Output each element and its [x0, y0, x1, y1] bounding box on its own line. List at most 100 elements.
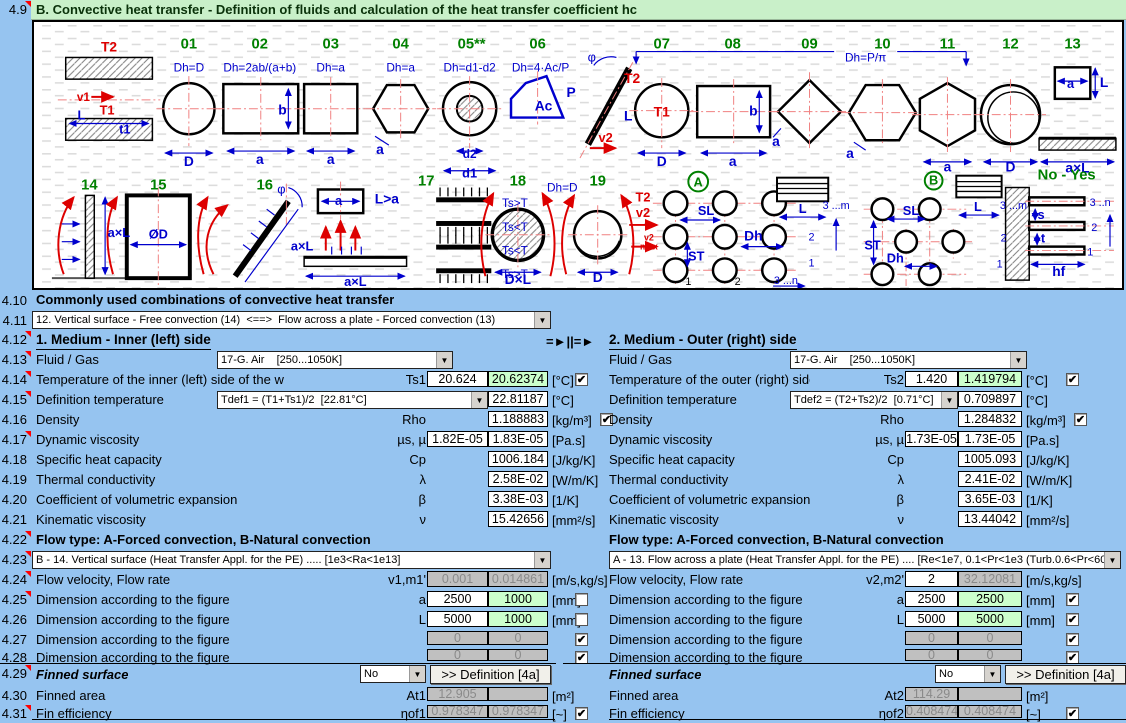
diagram-label: d1 — [462, 166, 477, 181]
chevron-down-icon[interactable]: ▼ — [1104, 552, 1120, 568]
value-cell-left-4-17[interactable]: 1.83E-05 — [488, 431, 548, 447]
value-cell-right-4-15[interactable]: 0.709897 — [958, 391, 1022, 407]
tdef-select-right[interactable]: Tdef2 = (T2+Ts2)/2 [0.71°C]▼ — [790, 391, 958, 409]
fluid-select-left-value: 17-G. Air [250...1050K] — [218, 352, 436, 368]
diagram-label: 1 — [1087, 246, 1093, 258]
input-cell-left-4-25[interactable]: 2500 — [427, 591, 488, 607]
chevron-down-icon[interactable]: ▼ — [984, 666, 1000, 682]
value-cell-left-4-21[interactable]: 15.42656 — [488, 511, 548, 527]
comment-flag — [25, 665, 31, 671]
checkbox-left-4-25[interactable] — [575, 593, 588, 606]
value-cell-right-4-20[interactable]: 3.65E-03 — [958, 491, 1022, 507]
chevron-down-icon[interactable]: ▼ — [436, 352, 452, 368]
field-label-right-4-25: Dimension according to the figure — [609, 592, 810, 608]
chevron-down-icon[interactable]: ▼ — [941, 392, 957, 408]
diagram-label: 3 ...n — [774, 275, 798, 287]
diagram-label: L — [624, 109, 632, 124]
value-cell-left-4-15[interactable]: 22.81187 — [488, 391, 548, 407]
checkbox-left-4-26[interactable] — [575, 613, 588, 626]
input-cell-right-4-17[interactable]: 1.73E-05 — [905, 431, 958, 447]
flow-type-select-left[interactable]: B - 14. Vertical surface (Heat Transfer … — [32, 551, 551, 569]
combination-select[interactable]: 12. Vertical surface - Free convection (… — [32, 311, 551, 329]
symbol-right-4-24: v2,m2' — [812, 572, 904, 587]
symbol-right-4-20: β — [812, 492, 904, 507]
input-cell-right-4-26[interactable]: 5000 — [905, 611, 958, 627]
field-label-left-4-18: Specific heat capacity — [36, 452, 332, 468]
checkbox-right-4-26[interactable]: ✔ — [1066, 613, 1079, 626]
input-cell-left-4-14[interactable]: 20.624 — [427, 371, 488, 387]
value-cell-left-4-19[interactable]: 2.58E-02 — [488, 471, 548, 487]
diagram-label: L — [974, 199, 982, 214]
field-label-left-4-17: Dynamic viscosity — [36, 432, 332, 448]
unit-label: [°C] — [1026, 393, 1048, 409]
diagram-label: b — [749, 104, 757, 119]
field-label-right-4-20: Coefficient of volumetric expansion — [609, 492, 810, 508]
unit-label: [Pa.s] — [552, 433, 585, 449]
chevron-down-icon[interactable]: ▼ — [409, 666, 425, 682]
checkbox-left-4-31[interactable]: ✔ — [575, 707, 588, 720]
definition-button-right[interactable]: >> Definition [4a] — [1005, 665, 1126, 684]
input-cell-left-4-17[interactable]: 1.82E-05 — [427, 431, 488, 447]
chevron-down-icon[interactable]: ▼ — [534, 312, 550, 328]
diagram-label: T2 — [636, 189, 651, 204]
value-cell-right-4-24: 32.12081 — [958, 571, 1022, 587]
row-number-4-25: 4.25 — [1, 592, 27, 607]
diagram-label: 09 — [801, 37, 817, 53]
bottom-line-right — [609, 719, 1126, 720]
value-cell-right-4-19[interactable]: 2.41E-02 — [958, 471, 1022, 487]
input-cell-right-4-14[interactable]: 1.420 — [905, 371, 958, 387]
fluid-select-left[interactable]: 17-G. Air [250...1050K]▼ — [217, 351, 453, 369]
unit-label: [J/kg/K] — [552, 453, 595, 469]
diagram-label: No - Yes — [1038, 168, 1096, 184]
diagram-label: 1 — [808, 257, 814, 269]
value-cell-left-4-28: 0 — [488, 649, 548, 661]
symbol-right-4-21: ν — [812, 512, 904, 527]
diagram-label: 3 ..n — [1090, 197, 1111, 209]
value-cell-right-4-18[interactable]: 1005.093 — [958, 451, 1022, 467]
diagram-label: L — [1100, 75, 1108, 90]
unit-label: [kg/m³] — [1026, 413, 1066, 429]
input-cell-right-4-31: 0.408474 — [905, 705, 958, 718]
flow-type-select-right[interactable]: A - 13. Flow across a plate (Heat Transf… — [609, 551, 1121, 569]
row-number-4-26: 4.26 — [1, 612, 27, 627]
chevron-down-icon[interactable]: ▼ — [1010, 352, 1026, 368]
diagram-label: a — [944, 160, 952, 175]
input-cell-right-4-30: 114.29 — [905, 687, 958, 701]
checkbox-right-4-25[interactable]: ✔ — [1066, 593, 1079, 606]
checkbox-left-4-27[interactable]: ✔ — [575, 633, 588, 646]
field-label-left-4-20: Coefficient of volumetric expansion — [36, 492, 332, 508]
fluid-select-right[interactable]: 17-G. Air [250...1050K]▼ — [790, 351, 1027, 369]
chevron-down-icon[interactable]: ▼ — [471, 392, 487, 408]
diagram-label: Dh=D — [547, 180, 578, 194]
value-cell-left-4-25: 1000 — [488, 591, 548, 607]
finned-select-left[interactable]: No▼ — [360, 665, 426, 683]
value-cell-left-4-20[interactable]: 3.38E-03 — [488, 491, 548, 507]
field-label-right-4-21: Kinematic viscosity — [609, 512, 810, 528]
value-cell-left-4-16[interactable]: 1.188883 — [488, 411, 548, 427]
chevron-down-icon[interactable]: ▼ — [534, 552, 550, 568]
row-number-4-30: 4.30 — [1, 688, 27, 703]
diagram-label: 07 — [654, 37, 670, 53]
row-number-4-16: 4.16 — [1, 412, 27, 427]
input-cell-right-4-24[interactable]: 2 — [905, 571, 958, 587]
input-cell-right-4-27: 0 — [905, 631, 958, 645]
value-cell-right-4-17[interactable]: 1.73E-05 — [958, 431, 1022, 447]
finned-section-line-right — [563, 663, 1126, 664]
checkbox-left-4-14[interactable]: ✔ — [575, 373, 588, 386]
input-cell-left-4-26[interactable]: 5000 — [427, 611, 488, 627]
tdef-select-left[interactable]: Tdef1 = (T1+Ts1)/2 [22.81°C]▼ — [217, 391, 488, 409]
value-cell-right-4-21[interactable]: 13.44042 — [958, 511, 1022, 527]
checkbox-right-4-16[interactable]: ✔ — [1074, 413, 1087, 426]
symbol-left-4-20: β — [334, 492, 426, 507]
diagram-label: a×L — [108, 225, 131, 240]
checkbox-right-4-27[interactable]: ✔ — [1066, 633, 1079, 646]
finned-select-right[interactable]: No▼ — [935, 665, 1001, 683]
value-cell-left-4-18[interactable]: 1006.184 — [488, 451, 548, 467]
definition-button-left[interactable]: >> Definition [4a] — [430, 665, 551, 684]
checkbox-right-4-14[interactable]: ✔ — [1066, 373, 1079, 386]
field-label-left-4-27: Dimension according to the figure — [36, 632, 425, 648]
value-cell-right-4-16[interactable]: 1.284832 — [958, 411, 1022, 427]
row-number-4-27: 4.27 — [1, 632, 27, 647]
value-cell-left-4-24: 0.014861 — [488, 571, 548, 587]
input-cell-right-4-25[interactable]: 2500 — [905, 591, 958, 607]
